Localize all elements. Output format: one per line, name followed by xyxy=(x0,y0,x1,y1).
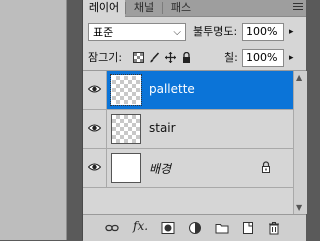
blend-mode-value: 표준 xyxy=(93,26,114,39)
panel-tabbar: 레이어 채널 패스 xyxy=(83,0,306,17)
scroll-down-icon[interactable]: ▼ xyxy=(296,203,302,212)
canvas-edge xyxy=(66,0,67,240)
layer-name[interactable]: pallette xyxy=(149,82,195,96)
fill-value: 100% xyxy=(246,51,278,64)
chevron-down-icon: ⌵ xyxy=(173,27,181,38)
new-layer-icon[interactable] xyxy=(241,221,255,235)
add-mask-icon[interactable] xyxy=(161,221,175,235)
lock-transparency-icon[interactable] xyxy=(133,52,144,63)
fill-input[interactable]: 100% xyxy=(242,49,284,67)
lock-icon xyxy=(262,161,270,173)
layers-scrollbar[interactable]: ▲ ▼ xyxy=(293,71,307,214)
layer-name[interactable]: 배경 xyxy=(149,160,171,177)
adjustment-layer-icon[interactable] xyxy=(188,221,202,235)
blend-mode-select[interactable]: 표준 ⌵ xyxy=(88,23,186,41)
tab-channels[interactable]: 채널 xyxy=(126,0,162,16)
delete-trash-icon[interactable] xyxy=(267,221,281,235)
lock-pixels-brush-icon[interactable] xyxy=(149,52,160,63)
eye-icon xyxy=(88,85,101,93)
layer-style-fx-icon[interactable]: fx. xyxy=(133,219,148,233)
layer-list: pallette stair 배경 xyxy=(83,71,293,214)
layer-name[interactable]: stair xyxy=(149,121,176,135)
panel-bottom-toolbar: fx. xyxy=(83,214,306,241)
eye-icon xyxy=(88,163,101,171)
opacity-value: 100% xyxy=(246,25,278,38)
eye-icon xyxy=(88,124,101,132)
tab-paths[interactable]: 패스 xyxy=(163,0,199,16)
new-group-folder-icon[interactable] xyxy=(215,221,229,235)
opacity-input[interactable]: 100% xyxy=(242,23,284,41)
link-layers-icon[interactable] xyxy=(105,221,119,235)
panel-menu-icon[interactable] xyxy=(293,3,303,13)
scroll-up-icon[interactable]: ▲ xyxy=(296,73,302,82)
opacity-label: 불투명도: xyxy=(193,25,238,38)
layer-thumbnail xyxy=(111,153,141,183)
layer-row-background[interactable]: 배경 xyxy=(83,149,293,188)
lock-row: 잠그기: 칠: 100% ▸ xyxy=(83,47,306,69)
fill-label: 칠: xyxy=(224,51,238,64)
tab-layers[interactable]: 레이어 xyxy=(83,0,125,17)
layers-panel: 레이어 채널 패스 표준 ⌵ 불투명도: 100% ▸ 잠그기: 칠: 100%… xyxy=(82,0,307,241)
lock-all-icon[interactable] xyxy=(181,52,192,63)
visibility-toggle[interactable] xyxy=(83,149,107,187)
lock-label: 잠그기: xyxy=(88,51,123,64)
visibility-toggle[interactable] xyxy=(83,110,107,148)
layer-row-stair[interactable]: stair xyxy=(83,110,293,149)
fill-dropdown-icon[interactable]: ▸ xyxy=(289,49,294,67)
layer-row-pallette[interactable]: pallette xyxy=(83,71,293,110)
blend-row: 표준 ⌵ 불투명도: 100% ▸ xyxy=(83,20,306,44)
opacity-dropdown-icon[interactable]: ▸ xyxy=(289,23,294,41)
layer-thumbnail xyxy=(110,74,142,106)
layer-thumbnail xyxy=(111,114,141,144)
lock-position-move-icon[interactable] xyxy=(165,52,176,63)
canvas-area xyxy=(0,0,66,240)
visibility-toggle[interactable] xyxy=(83,71,107,109)
